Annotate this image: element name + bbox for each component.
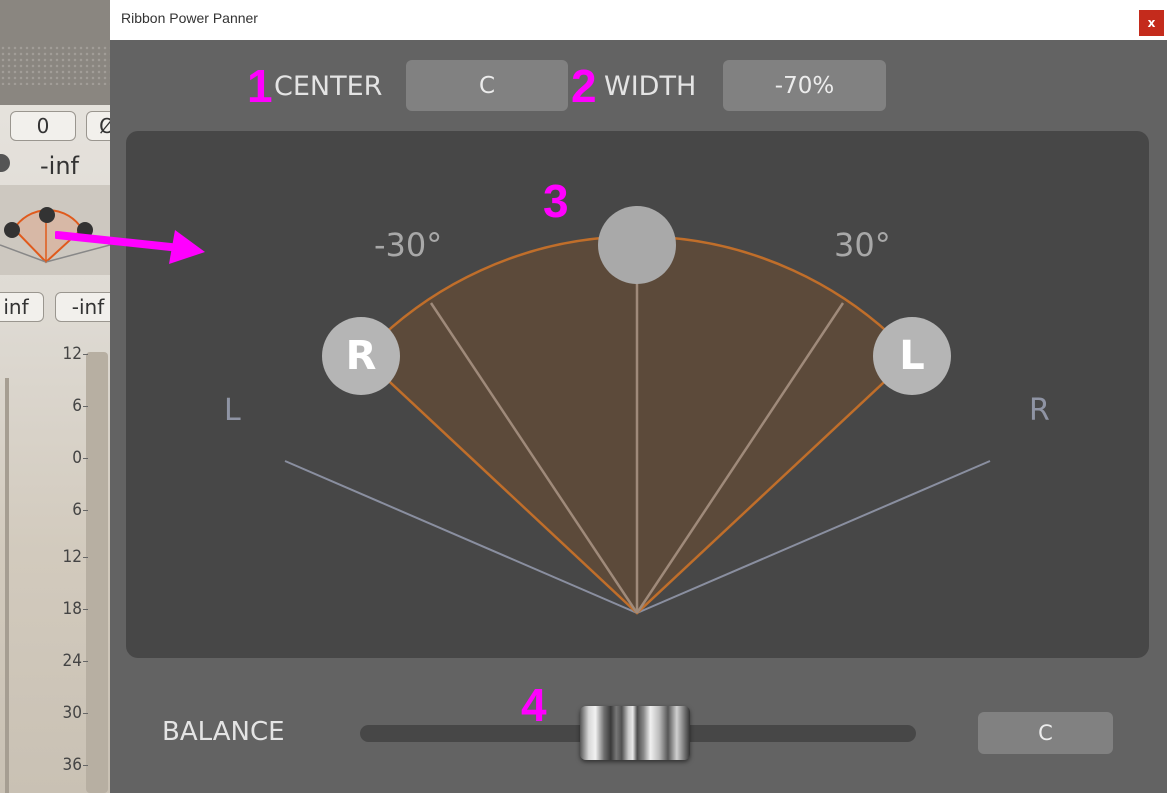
close-button[interactable]: x [1139, 10, 1164, 36]
host-phase-button[interactable]: Ø [86, 111, 110, 141]
annotation-marker-4: 4 [521, 679, 547, 731]
close-icon: x [1147, 16, 1156, 30]
host-meter [5, 378, 9, 793]
left-channel-handle[interactable]: L [873, 317, 951, 395]
annotation-marker-1: 1 [247, 60, 273, 112]
title-bar[interactable]: Ribbon Power Panner x [110, 0, 1167, 40]
center-value-field[interactable]: C [406, 60, 568, 111]
panner-display[interactable]: -30° 30° R L L R [126, 131, 1149, 658]
balance-label: BALANCE [162, 717, 285, 747]
angle-left-label: -30° [374, 226, 443, 264]
annotation-arrow-icon [55, 230, 205, 264]
host-peak-right: -inf [55, 292, 110, 322]
center-handle[interactable] [598, 206, 676, 284]
width-value-field[interactable]: -70% [723, 60, 886, 111]
scale-label: 12 [63, 344, 88, 364]
host-pan-field[interactable]: 0 [10, 111, 76, 141]
scale-label: 6 [72, 500, 88, 520]
angle-right-label: 30° [834, 226, 891, 264]
window-title: Ribbon Power Panner [121, 10, 258, 26]
speaker-right-label: R [1029, 393, 1050, 428]
annotation-marker-3: 3 [543, 175, 569, 227]
scale-label: 0 [72, 448, 88, 468]
annotation-marker-2: 2 [571, 60, 597, 112]
balance-slider-thumb[interactable] [580, 706, 690, 760]
scale-label: 36 [63, 755, 88, 775]
host-header-band [0, 0, 110, 105]
scale-label: 30 [63, 703, 88, 723]
width-label: WIDTH [604, 71, 697, 102]
host-volume-readout: -inf [40, 152, 79, 180]
center-label: CENTER [274, 71, 383, 102]
scale-label: 6 [72, 396, 88, 416]
host-knob-icon[interactable] [0, 154, 10, 172]
right-channel-handle[interactable]: R [322, 317, 400, 395]
host-mixer-strip: 0 Ø -inf inf -inf 12 6 0 6 12 18 24 30 3… [0, 0, 110, 793]
scale-label: 18 [63, 599, 88, 619]
host-volume-fader[interactable] [86, 352, 108, 793]
host-db-scale: 12 6 0 6 12 18 24 30 36 [40, 340, 88, 793]
scale-label: 24 [63, 651, 88, 671]
balance-value-field[interactable]: C [978, 712, 1113, 754]
plugin-window: Ribbon Power Panner x CENTER C WIDTH -70… [110, 0, 1167, 793]
scale-label: 12 [63, 547, 88, 567]
host-peak-left: inf [0, 292, 44, 322]
speaker-left-label: L [224, 393, 241, 428]
